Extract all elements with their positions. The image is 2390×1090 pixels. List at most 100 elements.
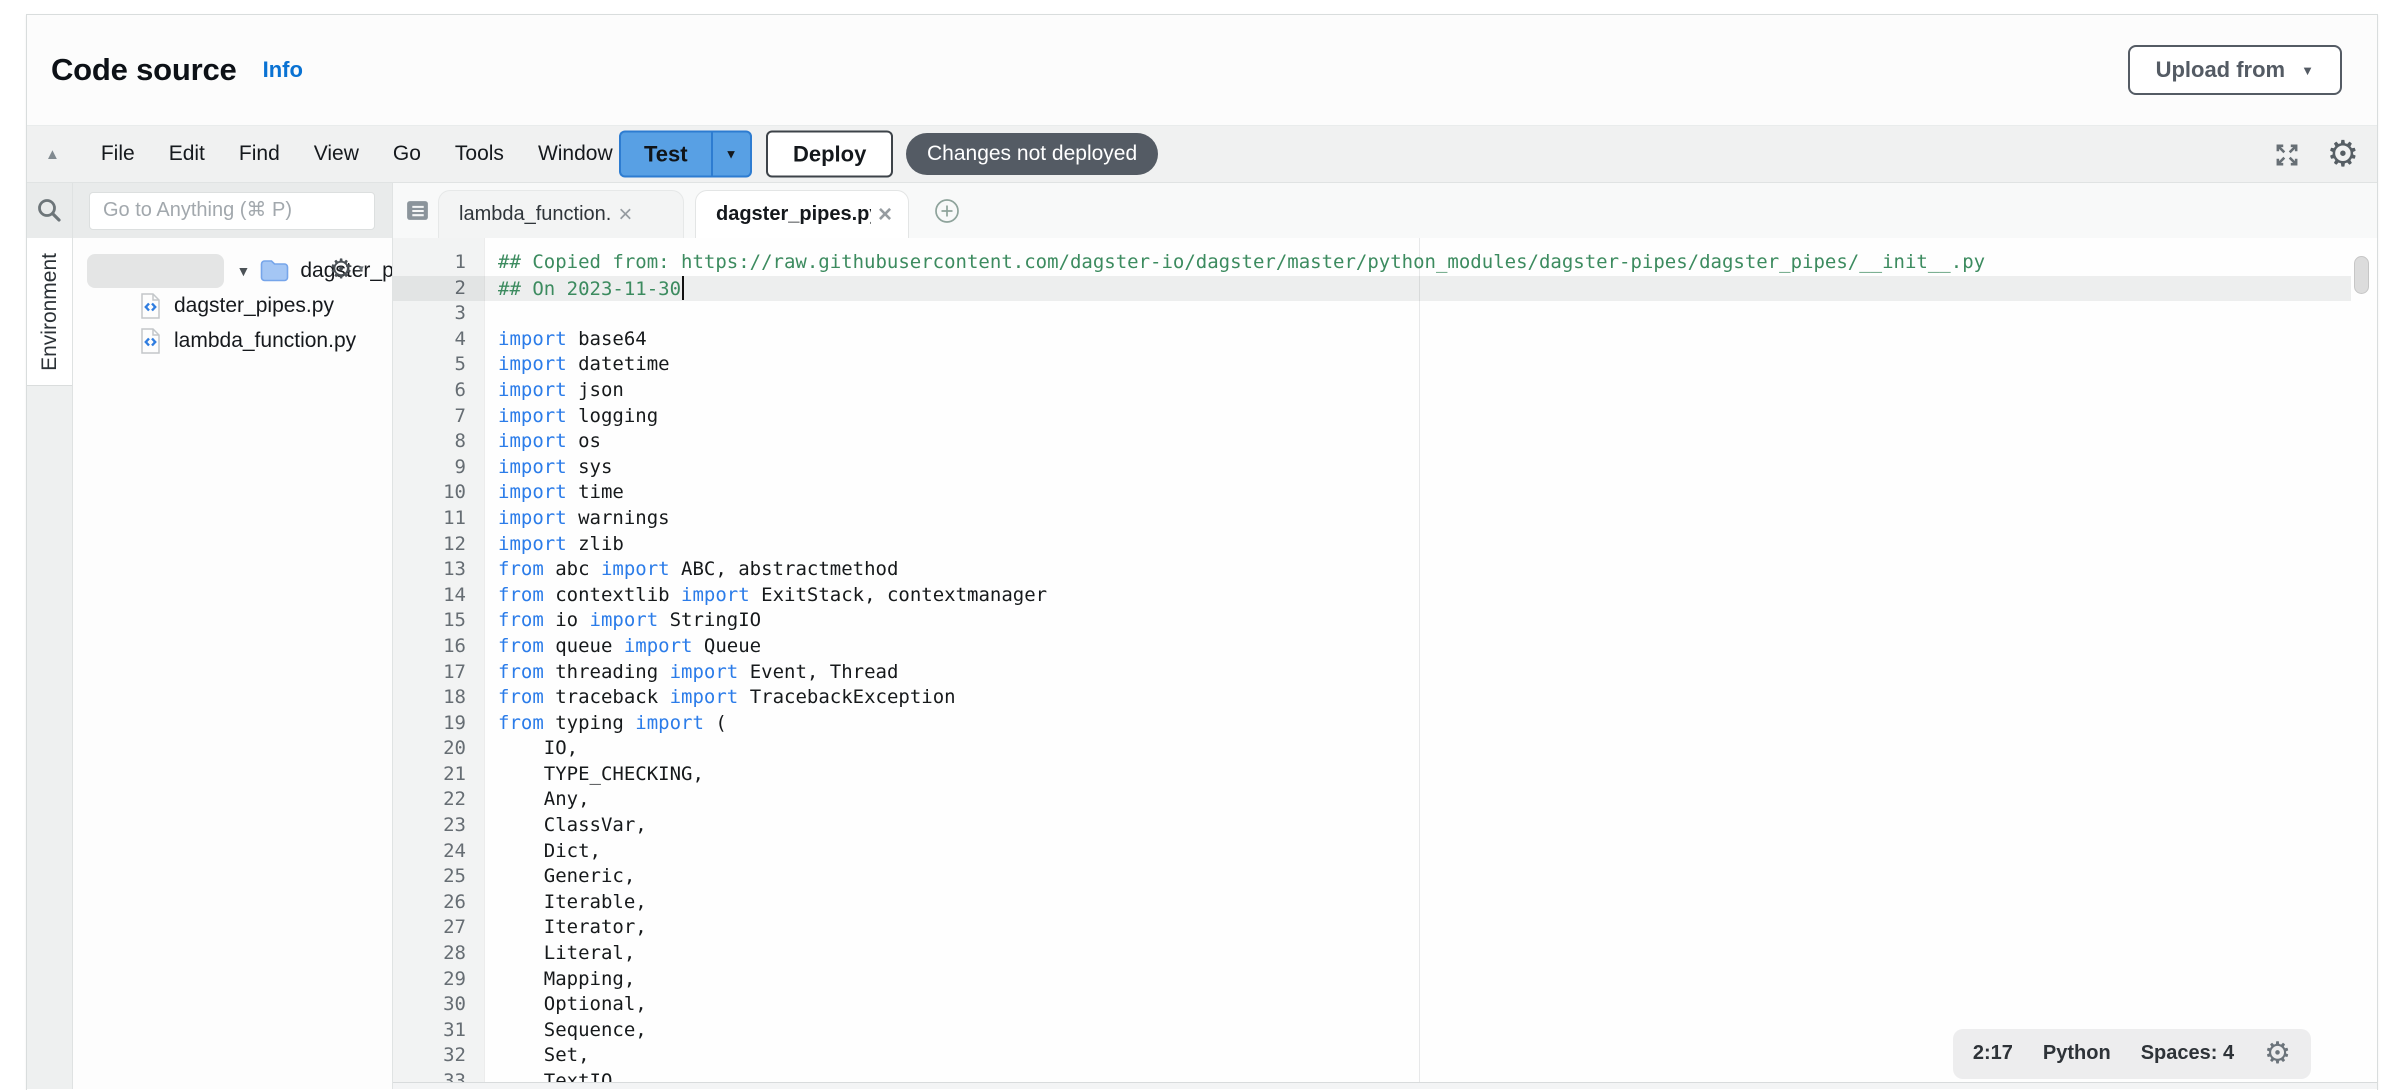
- new-tab-icon[interactable]: [933, 197, 961, 225]
- editor-bottom-strip: [393, 1082, 2377, 1089]
- code-line: Iterator,: [486, 915, 2377, 941]
- tab-dagster-pipes[interactable]: dagster_pipes.py ×: [695, 190, 909, 238]
- folder-icon: [259, 258, 290, 283]
- line-number: 10: [393, 480, 484, 506]
- menu-tools[interactable]: Tools: [438, 142, 521, 166]
- editor-settings-gear-icon[interactable]: ⚙: [2264, 1039, 2291, 1069]
- text-cursor: [682, 276, 684, 300]
- tree-file-row[interactable]: lambda_function.py: [73, 323, 392, 358]
- ide-content: Environment ▼ dagster_pipes_funct: [27, 183, 2377, 1089]
- tab-list-icon[interactable]: [404, 197, 431, 224]
- code-line: Generic,: [486, 864, 2377, 890]
- close-icon[interactable]: ×: [878, 203, 892, 227]
- code-line: Dict,: [486, 839, 2377, 865]
- tab-spaces[interactable]: Spaces: 4: [2141, 1041, 2234, 1067]
- code-line: import json: [486, 378, 2377, 404]
- editor-column: lambda_function. × dagster_pipes.py ×: [393, 183, 2377, 1089]
- code-line: ## Copied from: https://raw.githubuserco…: [486, 250, 2377, 276]
- rail-filler: [27, 386, 72, 1089]
- code-line: [486, 301, 2377, 327]
- code-editor[interactable]: 1234567891011121314151617181920212223242…: [393, 238, 2377, 1089]
- page-title: Code source: [51, 52, 237, 88]
- code-line: Any,: [486, 787, 2377, 813]
- code-line: from typing import (: [486, 711, 2377, 737]
- upload-from-label: Upload from: [2156, 57, 2286, 83]
- upload-from-button[interactable]: Upload from ▼: [2128, 45, 2342, 95]
- code-line: from threading import Event, Thread: [486, 660, 2377, 686]
- line-number: 29: [393, 967, 484, 993]
- editor-gutter[interactable]: 1234567891011121314151617181920212223242…: [393, 238, 485, 1082]
- menu-edit[interactable]: Edit: [152, 142, 222, 166]
- badge-label: Changes not deployed: [927, 142, 1137, 166]
- menu-file[interactable]: File: [84, 142, 152, 166]
- code-line: import sys: [486, 455, 2377, 481]
- line-number: 6: [393, 378, 484, 404]
- line-number: 27: [393, 915, 484, 941]
- line-number: 15: [393, 608, 484, 634]
- line-number: 22: [393, 787, 484, 813]
- menu-window[interactable]: Window: [521, 142, 630, 166]
- code-line: TYPE_CHECKING,: [486, 762, 2377, 788]
- test-dropdown-button[interactable]: ▼: [711, 131, 752, 178]
- tree-settings-button[interactable]: ⚙ ▾: [329, 256, 364, 283]
- deploy-button[interactable]: Deploy: [766, 131, 893, 178]
- changes-not-deployed-badge: Changes not deployed: [906, 133, 1158, 175]
- line-number: 26: [393, 890, 484, 916]
- code-line: Optional,: [486, 992, 2377, 1018]
- language-mode[interactable]: Python: [2043, 1041, 2111, 1067]
- code-line: from traceback import TracebackException: [486, 685, 2377, 711]
- code-line: ## On 2023-11-30: [486, 276, 2377, 302]
- line-number: 5: [393, 352, 484, 378]
- code-line: Literal,: [486, 941, 2377, 967]
- info-link[interactable]: Info: [263, 57, 303, 83]
- test-split-button: Test ▼: [619, 131, 752, 178]
- chevron-down-icon[interactable]: ▼: [236, 263, 250, 279]
- line-number: 14: [393, 583, 484, 609]
- goto-anything-row: [73, 183, 392, 238]
- file-name: dagster_pipes.py: [174, 294, 334, 318]
- line-number: 17: [393, 660, 484, 686]
- test-button[interactable]: Test: [619, 131, 711, 178]
- line-number: 8: [393, 429, 484, 455]
- ide-menubar: ▲ FileEditFindViewGoToolsWindow Test ▼ D…: [27, 126, 2377, 183]
- code-line: from abc import ABC, abstractmethod: [486, 557, 2377, 583]
- menu-go[interactable]: Go: [376, 142, 438, 166]
- code-line: import logging: [486, 404, 2377, 430]
- code-line: import os: [486, 429, 2377, 455]
- line-number: 12: [393, 532, 484, 558]
- environment-tab[interactable]: Environment: [27, 238, 72, 386]
- fullscreen-icon[interactable]: [2273, 141, 2301, 169]
- tree-folder-row[interactable]: ▼ dagster_pipes_funct ⚙ ▾: [73, 253, 392, 288]
- line-number: 13: [393, 557, 484, 583]
- code-line: Iterable,: [486, 890, 2377, 916]
- line-number: 24: [393, 839, 484, 865]
- tab-label: dagster_pipes.py: [716, 203, 871, 226]
- cursor-position[interactable]: 2:17: [1973, 1041, 2013, 1067]
- menu-list: FileEditFindViewGoToolsWindow: [84, 142, 630, 166]
- menu-view[interactable]: View: [297, 142, 376, 166]
- close-icon[interactable]: ×: [618, 203, 632, 227]
- test-button-label: Test: [644, 141, 688, 167]
- menu-find[interactable]: Find: [222, 142, 297, 166]
- collapse-panel-icon[interactable]: ▲: [45, 146, 60, 163]
- code-line: import zlib: [486, 532, 2377, 558]
- tree-file-row[interactable]: dagster_pipes.py: [73, 288, 392, 323]
- ide-settings-gear-icon[interactable]: ⚙: [2327, 137, 2359, 173]
- line-number: 18: [393, 685, 484, 711]
- vertical-scrollbar-thumb[interactable]: [2354, 256, 2369, 294]
- line-number: 21: [393, 762, 484, 788]
- line-number: 25: [393, 864, 484, 890]
- line-number: 32: [393, 1043, 484, 1069]
- line-number: 16: [393, 634, 484, 660]
- python-file-icon: [139, 292, 162, 320]
- deploy-button-label: Deploy: [793, 141, 866, 167]
- goto-anything-input[interactable]: [89, 192, 375, 230]
- code-line: import datetime: [486, 352, 2377, 378]
- code-line: Mapping,: [486, 967, 2377, 993]
- code-source-card: Code source Info Upload from ▼ ▲ FileEdi…: [26, 14, 2378, 1090]
- file-name: lambda_function.py: [174, 329, 356, 353]
- search-icon: [35, 196, 65, 226]
- line-number: 20: [393, 736, 484, 762]
- tab-lambda-function[interactable]: lambda_function. ×: [438, 190, 684, 238]
- code-line: from contextlib import ExitStack, contex…: [486, 583, 2377, 609]
